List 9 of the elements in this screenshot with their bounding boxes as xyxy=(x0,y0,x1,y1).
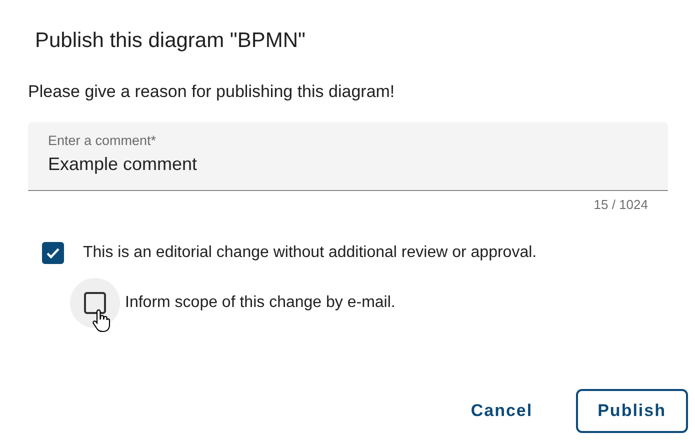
option-label: This is an editorial change without additional review or approval. xyxy=(83,243,537,263)
dialog-message: Please give a reason for publishing this diagram! xyxy=(28,81,396,103)
dialog-title: Publish this diagram "BPMN" xyxy=(35,28,307,54)
character-counter: 15 / 1024 xyxy=(594,197,648,212)
comment-field[interactable]: Enter a comment* Example comment xyxy=(28,122,668,191)
option-label: Inform scope of this change by e-mail. xyxy=(125,293,396,313)
hand-cursor-icon xyxy=(92,309,110,333)
checkbox[interactable] xyxy=(42,242,64,264)
publish-button[interactable]: Publish xyxy=(576,389,688,433)
